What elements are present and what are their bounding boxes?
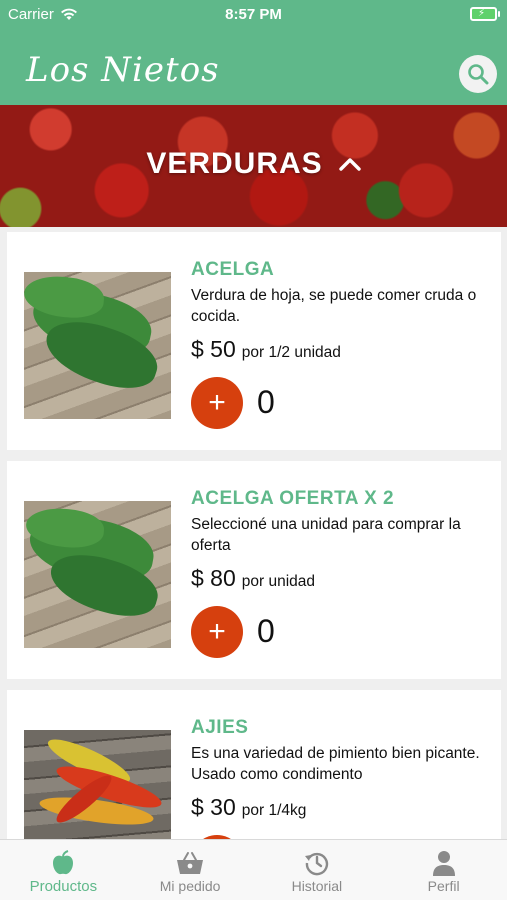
user-icon — [432, 851, 455, 876]
quantity-value: 0 — [257, 613, 275, 649]
tab-label: Perfil — [427, 878, 460, 894]
search-icon — [468, 64, 489, 85]
price-value: $ 30 — [191, 794, 236, 820]
apple-icon — [53, 850, 74, 875]
app-logo: Los Nietos — [26, 50, 220, 90]
tab-label: Productos — [29, 878, 98, 895]
product-card: ACELGA OFERTA X 2 Seleccioné una unidad … — [7, 461, 501, 679]
product-image — [24, 501, 171, 648]
add-button[interactable]: + — [191, 377, 243, 429]
product-price: $ 30 por 1/4kg — [191, 794, 306, 821]
product-name: ACELGA OFERTA X 2 — [191, 488, 395, 509]
clock: 8:57 PM — [225, 6, 282, 23]
search-button[interactable] — [459, 55, 497, 93]
tab-label: Mi pedido — [159, 878, 221, 894]
tab-perfil[interactable]: Perfil — [380, 840, 507, 900]
battery-icon: ⚡ — [470, 7, 500, 21]
price-value: $ 50 — [191, 336, 236, 362]
tab-historial[interactable]: Historial — [254, 840, 381, 900]
product-description: Es una variedad de pimiento bien picante… — [191, 745, 480, 783]
category-title: VERDURAS — [146, 147, 323, 180]
product-card: AJIES Es una variedad de pimiento bien p… — [7, 690, 501, 839]
tab-label: Historial — [291, 878, 343, 894]
product-name: ACELGA — [191, 259, 275, 280]
charging-icon: ⚡ — [478, 8, 486, 19]
product-price: $ 80 por unidad — [191, 565, 315, 592]
add-button[interactable]: + — [191, 606, 243, 658]
product-image — [24, 272, 171, 419]
basket-icon — [177, 852, 204, 874]
app-header: Carrier 8:57 PM ⚡ Los Nietos — [0, 0, 507, 105]
price-unit: por unidad — [241, 573, 316, 590]
price-value: $ 80 — [191, 565, 236, 591]
price-unit: por 1/4kg — [241, 802, 307, 819]
price-unit: por 1/2 unidad — [241, 344, 341, 361]
tab-productos[interactable]: Productos — [0, 840, 127, 900]
product-description: Seleccioné una unidad para comprar la of… — [191, 516, 461, 554]
status-bar: Carrier 8:57 PM ⚡ — [0, 0, 507, 28]
chevron-up-icon — [338, 158, 361, 171]
product-image — [24, 730, 171, 839]
quantity-value: 0 — [257, 384, 275, 420]
product-card: ACELGA Verdura de hoja, se puede comer c… — [7, 232, 501, 450]
product-description: Verdura de hoja, se puede comer cruda o … — [191, 287, 477, 325]
history-icon — [304, 852, 328, 876]
tab-mi-pedido[interactable]: Mi pedido — [127, 840, 254, 900]
category-banner[interactable]: VERDURAS — [0, 105, 507, 227]
category-toggle[interactable]: VERDURAS — [0, 147, 507, 181]
product-list[interactable]: ACELGA Verdura de hoja, se puede comer c… — [0, 227, 507, 839]
product-price: $ 50 por 1/2 unidad — [191, 336, 341, 363]
tab-bar: Productos Mi pedido Historial Perfil — [0, 839, 507, 900]
product-name: AJIES — [191, 717, 249, 738]
